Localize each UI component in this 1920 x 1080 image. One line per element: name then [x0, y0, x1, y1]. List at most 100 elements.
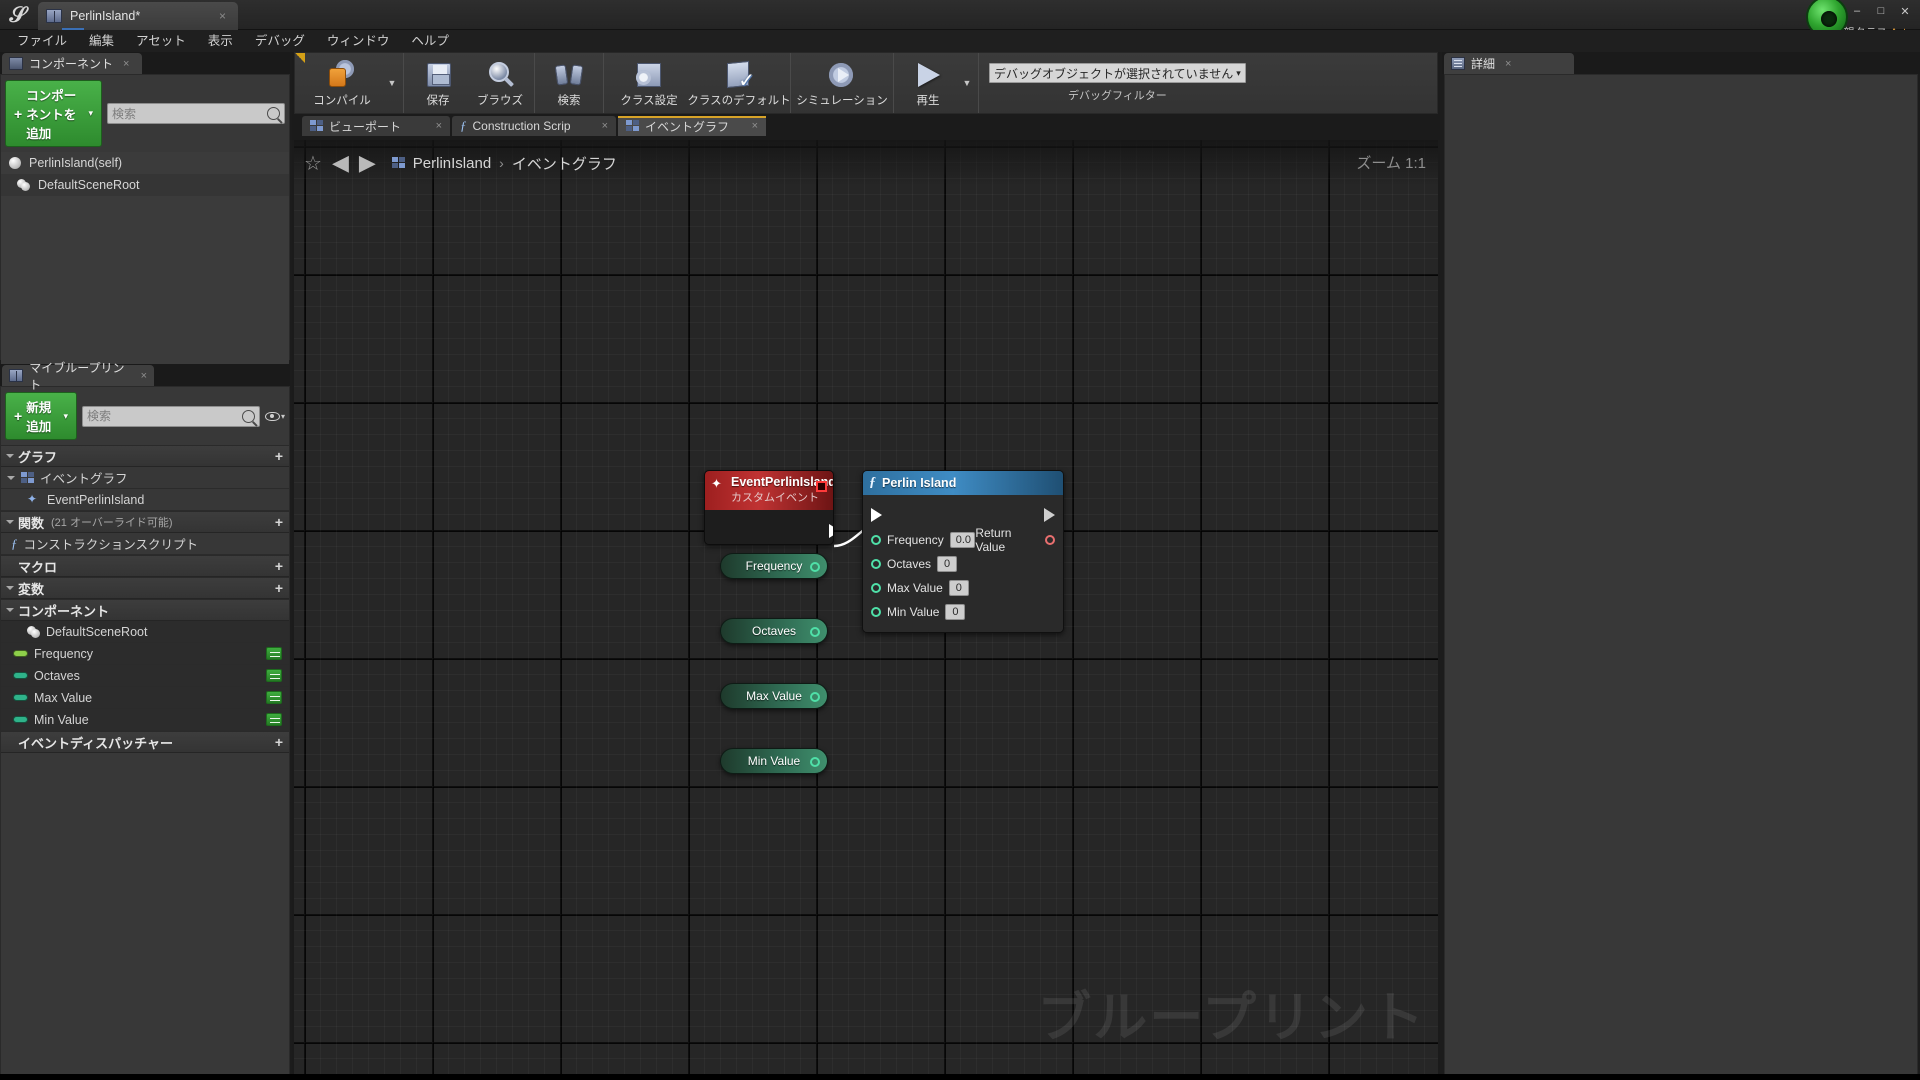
output-pin-icon[interactable] [810, 757, 820, 767]
node-get-frequency[interactable]: Frequency [720, 553, 828, 579]
variable-row-frequency[interactable]: Frequency [1, 643, 289, 665]
menu-window[interactable]: ウィンドウ [316, 31, 401, 51]
add-function-button[interactable]: + [275, 514, 283, 530]
unreal-engine-logo-icon[interactable]: 𝒮 [4, 1, 32, 29]
input-pin-maxvalue-icon[interactable] [871, 583, 881, 593]
add-variable-button[interactable]: + [275, 580, 283, 596]
add-dispatcher-button[interactable]: + [275, 734, 283, 750]
node-get-octaves[interactable]: Octaves [720, 618, 828, 644]
section-components[interactable]: コンポーネント [1, 599, 289, 621]
play-dropdown-caret-icon[interactable]: ▼ [959, 53, 975, 113]
add-component-button[interactable]: + コンポーネントを追加 ▾ [5, 80, 102, 147]
visibility-filter-button[interactable]: ▾ [264, 406, 285, 426]
tab-details[interactable]: 詳細 × [1444, 53, 1574, 74]
myblueprint-tab-close-icon[interactable]: × [141, 370, 147, 382]
details-tab-close-icon[interactable]: × [1505, 58, 1511, 70]
debug-object-select[interactable]: デバッグオブジェクトが選択されていません ▾ [989, 63, 1246, 83]
section-graphs[interactable]: グラフ + [1, 445, 289, 467]
maximize-button[interactable]: □ [1870, 2, 1892, 20]
tree-item-eventgraph[interactable]: イベントグラフ [1, 467, 289, 489]
input-pin-frequency-icon[interactable] [871, 535, 881, 545]
tree-item-construction-script-label: コンストラクションスクリプト [23, 538, 199, 552]
document-tab-perlinisland[interactable]: PerlinIsland* × [38, 2, 238, 30]
editable-toggle-icon[interactable] [266, 647, 282, 660]
exec-output-pin-icon[interactable] [1044, 508, 1055, 522]
input-pin-octaves-icon[interactable] [871, 559, 881, 569]
input-value-frequency[interactable]: 0.0 [949, 532, 976, 548]
search-button[interactable]: 検索 [538, 53, 600, 113]
tab-components[interactable]: コンポーネント × [2, 53, 142, 74]
variable-row-maxvalue[interactable]: Max Value [1, 687, 289, 709]
play-button[interactable]: 再生 [897, 53, 959, 113]
node-get-minvalue[interactable]: Min Value [720, 748, 828, 774]
class-defaults-button[interactable]: ✓ クラスのデフォルト [687, 53, 791, 113]
variable-row-octaves[interactable]: Octaves [1, 665, 289, 687]
browse-label: ブラウズ [477, 95, 523, 107]
component-row-self[interactable]: PerlinIsland(self) [1, 152, 289, 174]
menu-view[interactable]: 表示 [197, 31, 244, 51]
components-tab-close-icon[interactable]: × [123, 58, 129, 70]
simulate-button[interactable]: シミュレーション [794, 53, 890, 113]
breadcrumb-root[interactable]: PerlinIsland [413, 155, 491, 172]
exec-input-pin-icon[interactable] [871, 508, 882, 522]
tree-item-component-defaultsceneroot[interactable]: DefaultSceneRoot [1, 621, 289, 643]
components-search-input[interactable] [112, 106, 267, 121]
exec-output-pin-icon[interactable] [829, 524, 833, 538]
tab-myblueprint[interactable]: マイブループリント × [2, 361, 154, 392]
add-macro-button[interactable]: + [275, 558, 283, 574]
input-value-minvalue[interactable]: 0 [945, 604, 966, 620]
myblueprint-search-input[interactable] [86, 409, 242, 423]
myblueprint-search-box[interactable] [81, 405, 260, 427]
delegate-output-pin-icon[interactable] [816, 481, 827, 492]
output-pin-icon[interactable] [810, 627, 820, 637]
section-variables[interactable]: 変数 + [1, 577, 289, 599]
editable-toggle-icon[interactable] [266, 691, 282, 704]
menu-help[interactable]: ヘルプ [400, 31, 460, 51]
navigate-back-icon[interactable]: ◀ [332, 152, 349, 174]
tab-viewport-close-icon[interactable]: × [436, 120, 442, 132]
favorite-star-icon[interactable]: ☆ [304, 151, 322, 176]
input-pin-minvalue-icon[interactable] [871, 607, 881, 617]
input-value-maxvalue[interactable]: 0 [948, 580, 969, 596]
components-search-box[interactable] [107, 103, 285, 124]
tree-item-eventperlinisland[interactable]: ✦ EventPerlinIsland [1, 489, 289, 511]
node-get-maxvalue[interactable]: Max Value [720, 683, 828, 709]
menu-asset[interactable]: アセット [125, 31, 197, 51]
node-perlin-island-function[interactable]: ƒ Perlin Island Frequency 0.0 Return Val… [862, 470, 1064, 633]
section-functions[interactable]: 関数 (21 オーバーライド可能) + [1, 511, 289, 533]
add-new-button[interactable]: + 新規追加 ▾ [5, 392, 77, 440]
document-tab-close-icon[interactable]: × [215, 9, 230, 23]
output-pin-return-value-icon[interactable] [1045, 535, 1055, 545]
tab-construction-script[interactable]: ƒ Construction Scrip × [452, 116, 616, 136]
compile-button[interactable]: コンパイル [300, 53, 384, 113]
tab-eventgraph[interactable]: イベントグラフ × [618, 116, 766, 136]
breadcrumb-current[interactable]: イベントグラフ [512, 153, 617, 174]
editable-toggle-icon[interactable] [266, 669, 282, 682]
node-event-perlinisland[interactable]: ✦ EventPerlinIsland カスタムイベント [704, 470, 834, 545]
blueprint-graph-canvas[interactable]: ☆ ◀ ▶ PerlinIsland › イベントグラフ ズーム 1:1 ✦ E… [294, 140, 1438, 1078]
input-value-octaves[interactable]: 0 [937, 556, 958, 572]
tree-item-construction-script[interactable]: ƒ コンストラクションスクリプト [1, 533, 289, 555]
navigate-forward-icon[interactable]: ▶ [359, 152, 376, 174]
menu-debug[interactable]: デバッグ [244, 31, 316, 51]
section-event-dispatchers[interactable]: イベントディスパッチャー + [1, 731, 289, 753]
save-button[interactable]: 保存 [407, 53, 469, 113]
section-macros[interactable]: マクロ + [1, 555, 289, 577]
browse-button[interactable]: ブラウズ [469, 53, 531, 113]
compile-dropdown-caret-icon[interactable]: ▼ [384, 53, 400, 113]
tab-eventgraph-close-icon[interactable]: × [752, 120, 758, 132]
component-row-defaultsceneroot[interactable]: DefaultSceneRoot [1, 174, 289, 196]
toolbar-group-file: 保存 ブラウズ [404, 53, 535, 113]
editable-toggle-icon[interactable] [266, 713, 282, 726]
menu-file[interactable]: ファイル [6, 31, 78, 51]
output-pin-icon[interactable] [810, 692, 820, 702]
variable-row-minvalue[interactable]: Min Value [1, 709, 289, 731]
tab-viewport[interactable]: ビューポート × [302, 116, 450, 136]
output-pin-icon[interactable] [810, 562, 820, 572]
minimize-button[interactable]: – [1846, 2, 1868, 20]
add-graph-button[interactable]: + [275, 448, 283, 464]
tab-construction-script-close-icon[interactable]: × [602, 120, 608, 132]
class-settings-button[interactable]: クラス設定 [607, 53, 691, 113]
close-button[interactable]: ✕ [1894, 2, 1916, 20]
menu-edit[interactable]: 編集 [78, 31, 125, 51]
